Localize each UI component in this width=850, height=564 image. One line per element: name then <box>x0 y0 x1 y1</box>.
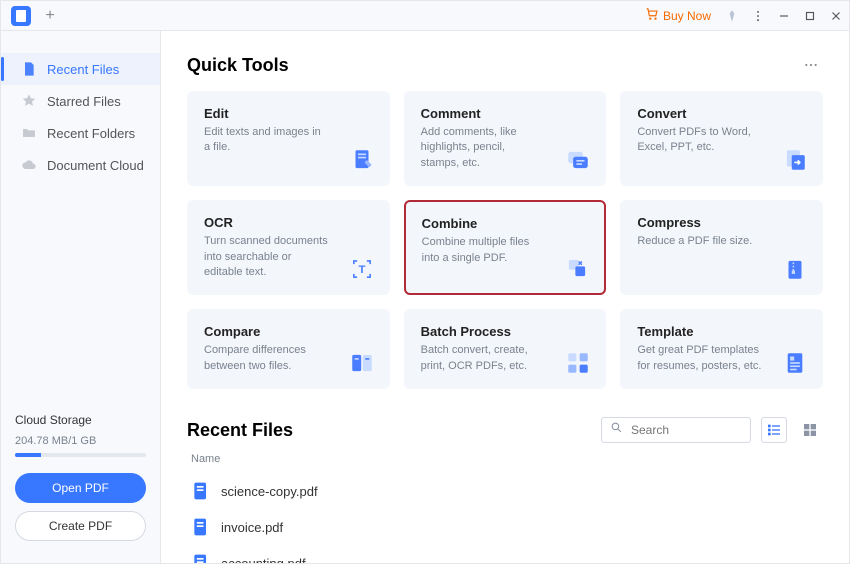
sidebar-item-recent-folders[interactable]: Recent Folders <box>1 117 160 149</box>
tool-desc: Combine multiple files into a single PDF… <box>422 235 545 266</box>
recent-files-header: Recent Files <box>187 417 823 443</box>
tool-title: Combine <box>422 216 545 231</box>
ocr-icon: T <box>347 256 377 282</box>
column-header-name: Name <box>187 453 823 465</box>
tool-card-edit[interactable]: Edit Edit texts and images in a file. <box>187 91 390 186</box>
sidebar-item-label: Recent Folders <box>47 126 135 141</box>
sidebar-item-label: Document Cloud <box>47 158 144 173</box>
tool-card-compress[interactable]: Compress Reduce a PDF file size. <box>620 200 823 295</box>
quick-tools-more-button[interactable] <box>799 53 823 77</box>
star-icon <box>21 93 37 109</box>
file-icon <box>21 61 37 77</box>
tool-desc: Add comments, like highlights, pencil, s… <box>421 125 546 171</box>
tool-card-combine[interactable]: Combine Combine multiple files into a si… <box>404 200 607 295</box>
batch-icon <box>563 350 593 376</box>
search-icon <box>610 421 623 439</box>
cloud-storage-bar <box>15 453 146 457</box>
sidebar-item-label: Starred Files <box>47 94 121 109</box>
search-box[interactable] <box>601 417 751 443</box>
cloud-storage-fill <box>15 453 41 457</box>
buy-now-link[interactable]: Buy Now <box>645 7 711 24</box>
app-logo-icon <box>11 6 31 26</box>
tool-desc: Turn scanned documents into searchable o… <box>204 234 329 280</box>
tool-desc: Compare differences between two files. <box>204 343 329 374</box>
more-menu-button[interactable] <box>745 3 771 29</box>
convert-icon <box>780 147 810 173</box>
app-window: + Buy Now <box>0 0 850 564</box>
tool-title: Batch Process <box>421 324 546 339</box>
tool-card-comment[interactable]: Comment Add comments, like highlights, p… <box>404 91 607 186</box>
cart-icon <box>645 7 659 24</box>
recent-files-title: Recent Files <box>187 420 591 441</box>
sidebar-item-starred-files[interactable]: Starred Files <box>1 85 160 117</box>
cloud-storage-stats: 204.78 MB/1 GB <box>15 435 146 447</box>
tool-title: Compare <box>204 324 329 339</box>
premium-icon[interactable] <box>719 3 745 29</box>
sidebar-item-label: Recent Files <box>47 62 119 77</box>
tool-title: Template <box>637 324 762 339</box>
file-name: accounting.pdf <box>221 556 306 563</box>
svg-text:T: T <box>358 264 365 276</box>
grid-view-button[interactable] <box>797 417 823 443</box>
tool-desc: Convert PDFs to Word, Excel, PPT, etc. <box>637 125 762 156</box>
file-row[interactable]: accounting.pdf <box>187 545 823 563</box>
tool-desc: Reduce a PDF file size. <box>637 234 762 249</box>
file-row[interactable]: science-copy.pdf <box>187 473 823 509</box>
list-view-button[interactable] <box>761 417 787 443</box>
tool-desc: Batch convert, create, print, OCR PDFs, … <box>421 343 546 374</box>
tool-card-compare[interactable]: Compare Compare differences between two … <box>187 309 390 389</box>
tool-card-batch-process[interactable]: Batch Process Batch convert, create, pri… <box>404 309 607 389</box>
sidebar-bottom: Cloud Storage 204.78 MB/1 GB Open PDF Cr… <box>1 413 160 563</box>
quick-tools-title: Quick Tools <box>187 55 799 76</box>
file-name: science-copy.pdf <box>221 484 318 499</box>
tool-title: Compress <box>637 215 762 230</box>
new-tab-button[interactable]: + <box>39 5 61 27</box>
quick-tools-grid: Edit Edit texts and images in a file. Co… <box>187 91 823 389</box>
sidebar-item-document-cloud[interactable]: Document Cloud <box>1 149 160 181</box>
comment-icon <box>563 147 593 173</box>
cloud-storage-title: Cloud Storage <box>15 413 146 427</box>
tool-title: Edit <box>204 106 329 121</box>
sidebar-nav: Recent Files Starred Files Recent Folder… <box>1 31 160 181</box>
create-pdf-button[interactable]: Create PDF <box>15 511 146 541</box>
main-panel[interactable]: Quick Tools Edit Edit texts and images i… <box>161 31 849 563</box>
quick-tools-header: Quick Tools <box>187 53 823 77</box>
tool-title: Convert <box>637 106 762 121</box>
pdf-file-icon <box>191 517 211 537</box>
buy-now-label: Buy Now <box>663 9 711 23</box>
open-pdf-button[interactable]: Open PDF <box>15 473 146 503</box>
file-name: invoice.pdf <box>221 520 283 535</box>
cloud-icon <box>21 157 37 173</box>
folder-icon <box>21 125 37 141</box>
edit-icon <box>347 147 377 173</box>
combine-icon <box>562 255 592 281</box>
template-icon <box>780 350 810 376</box>
file-row[interactable]: invoice.pdf <box>187 509 823 545</box>
title-bar: + Buy Now <box>1 1 849 31</box>
tool-desc: Edit texts and images in a file. <box>204 125 329 156</box>
pdf-file-icon <box>191 481 211 501</box>
pdf-file-icon <box>191 553 211 563</box>
minimize-button[interactable] <box>771 3 797 29</box>
open-pdf-label: Open PDF <box>52 481 109 495</box>
tool-card-ocr[interactable]: OCR Turn scanned documents into searchab… <box>187 200 390 295</box>
tool-card-template[interactable]: Template Get great PDF templates for res… <box>620 309 823 389</box>
compress-icon <box>780 256 810 282</box>
sidebar: Recent Files Starred Files Recent Folder… <box>1 31 161 563</box>
tool-title: OCR <box>204 215 329 230</box>
compare-icon <box>347 350 377 376</box>
create-pdf-label: Create PDF <box>49 519 112 533</box>
body: Recent Files Starred Files Recent Folder… <box>1 31 849 563</box>
close-button[interactable] <box>823 3 849 29</box>
sidebar-item-recent-files[interactable]: Recent Files <box>1 53 160 85</box>
tool-card-convert[interactable]: Convert Convert PDFs to Word, Excel, PPT… <box>620 91 823 186</box>
maximize-button[interactable] <box>797 3 823 29</box>
tool-desc: Get great PDF templates for resumes, pos… <box>637 343 762 374</box>
tool-title: Comment <box>421 106 546 121</box>
